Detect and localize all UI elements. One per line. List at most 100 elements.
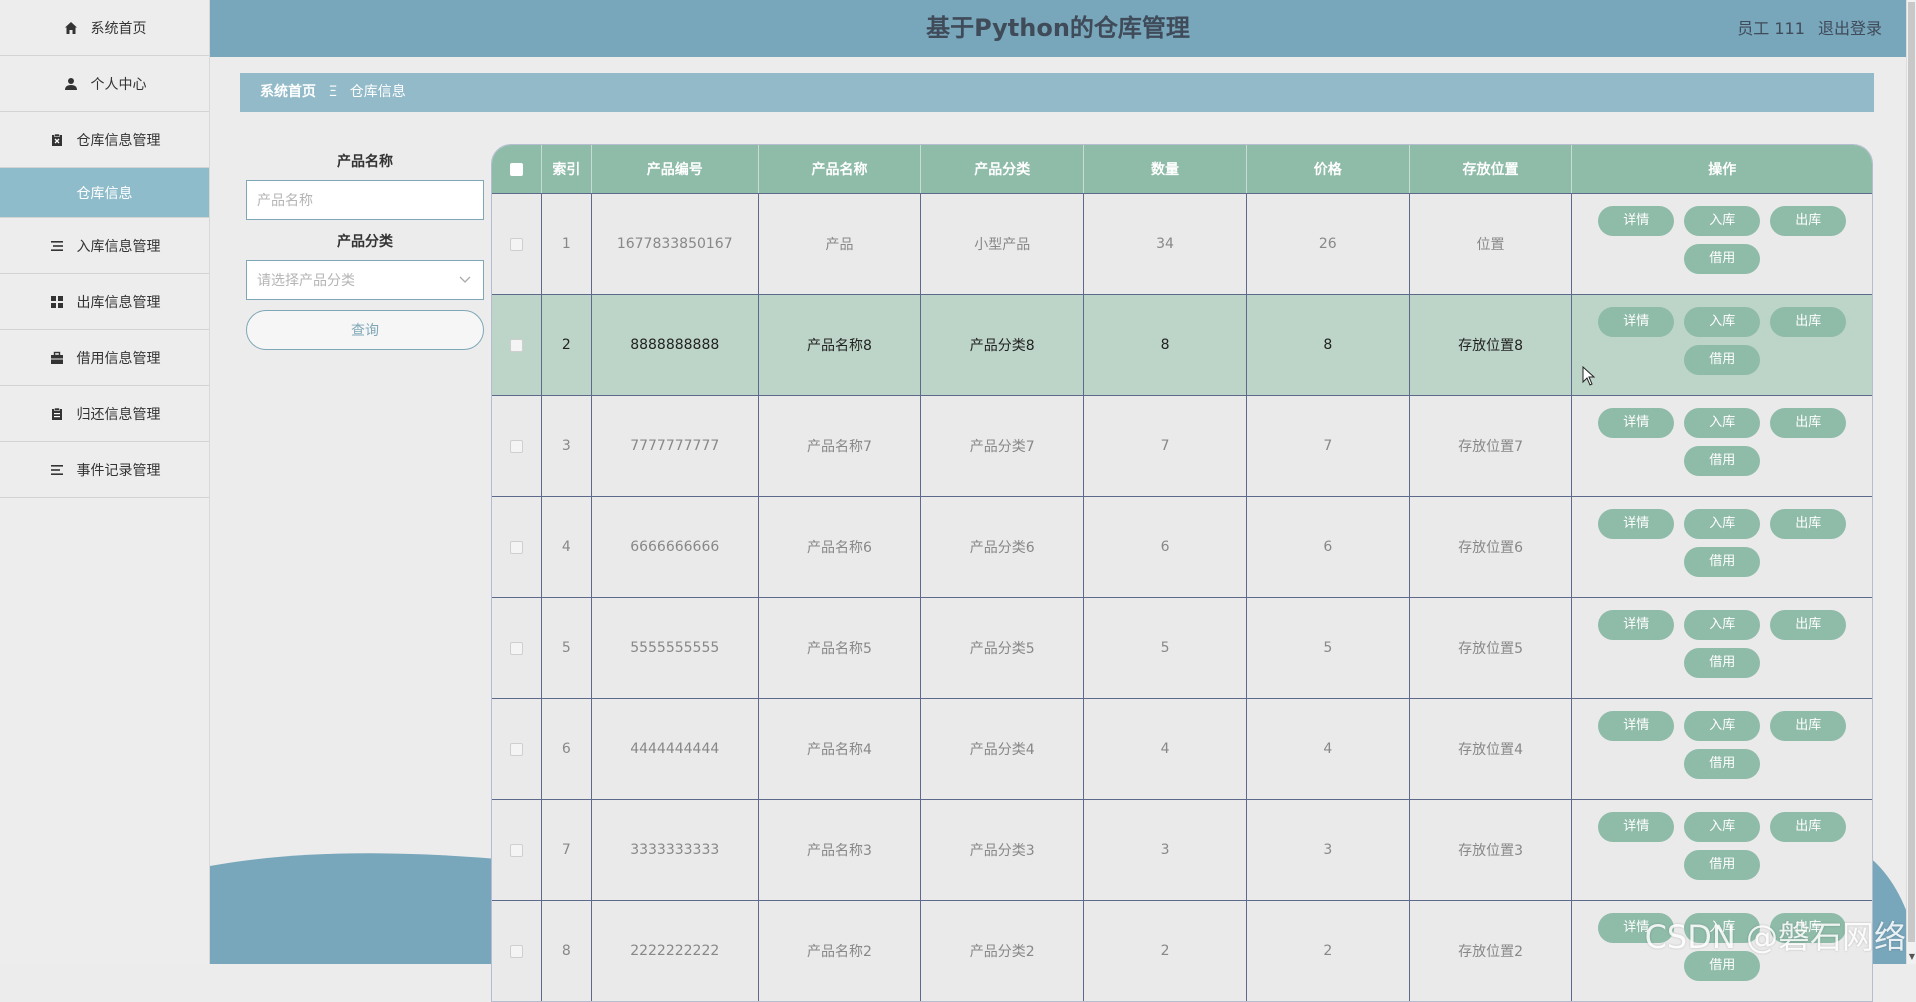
clipboard-icon <box>49 406 65 422</box>
table-header: 索引 产品编号 产品名称 产品分类 数量 价格 存放位置 操作 <box>492 145 1872 193</box>
search-panel: 产品名称 产品名称 产品分类 请选择产品分类 查询 <box>246 150 484 350</box>
row-checkbox[interactable] <box>509 540 523 554</box>
warehouse-table: 索引 产品编号 产品名称 产品分类 数量 价格 存放位置 操作 1 1677833… <box>491 144 1873 1002</box>
breadcrumb-home[interactable]: 系统首页 <box>260 84 316 100</box>
outbound-button[interactable]: 出库 <box>1770 509 1847 539</box>
inbound-button[interactable]: 入库 <box>1684 610 1761 640</box>
row-checkbox[interactable] <box>509 237 523 251</box>
sidebar-item-label: 事件记录管理 <box>76 462 161 479</box>
table-row[interactable]: 1 1677833850167 产品 小型产品 34 26 位置 详情 入库 出库 借用 <box>492 193 1872 294</box>
sidebar-item-borrow-management[interactable]: 借用信息管理 <box>0 330 209 386</box>
inbound-button[interactable]: 入库 <box>1684 711 1761 741</box>
mouse-cursor-icon <box>1582 366 1596 386</box>
table-row[interactable]: 6 4444444444 产品名称4 产品分类4 4 4 存放位置4 详情 入库 出库 借用 <box>492 698 1872 799</box>
table-row[interactable]: 2 8888888888 产品名称8 产品分类8 8 8 存放位置8 详情 入库 出库 借用 <box>492 294 1872 395</box>
row-checkbox[interactable] <box>509 944 523 958</box>
header-code: 产品编号 <box>592 145 759 193</box>
sidebar-item-warehouse-management[interactable]: 仓库信息管理 <box>0 112 209 168</box>
row-checkbox[interactable] <box>509 641 523 655</box>
borrow-button[interactable]: 借用 <box>1684 749 1761 779</box>
outbound-button[interactable]: 出库 <box>1770 610 1847 640</box>
scroll-down-arrow-icon[interactable]: ▼ <box>1907 950 1916 964</box>
cell-code: 3333333333 <box>592 800 759 900</box>
outbound-button[interactable]: 出库 <box>1770 307 1847 337</box>
outbound-button[interactable]: 出库 <box>1770 206 1847 236</box>
row-checkbox[interactable] <box>509 338 523 352</box>
inbound-button[interactable]: 入库 <box>1684 812 1761 842</box>
table-row[interactable]: 7 3333333333 产品名称3 产品分类3 3 3 存放位置3 详情 入库 出库 借用 <box>492 799 1872 900</box>
borrow-button[interactable]: 借用 <box>1684 244 1761 274</box>
outbound-button[interactable]: 出库 <box>1770 408 1847 438</box>
row-select-cell <box>492 194 542 294</box>
cell-qty: 2 <box>1084 901 1247 1001</box>
scrollbar-thumb[interactable] <box>1908 2 1915 942</box>
sidebar-item-warehouse-info[interactable]: 仓库信息 <box>0 168 209 218</box>
borrow-button[interactable]: 借用 <box>1684 850 1761 880</box>
detail-button[interactable]: 详情 <box>1598 408 1675 438</box>
cell-name: 产品名称4 <box>759 699 922 799</box>
sidebar-item-label: 出库信息管理 <box>76 294 161 311</box>
sidebar-item-inbound-management[interactable]: 入库信息管理 <box>0 218 209 274</box>
cell-index: 5 <box>542 598 592 698</box>
cell-actions: 详情 入库 出库 借用 <box>1572 396 1872 496</box>
borrow-button[interactable]: 借用 <box>1684 648 1761 678</box>
cell-qty: 34 <box>1084 194 1247 294</box>
detail-button[interactable]: 详情 <box>1598 509 1675 539</box>
table-row[interactable]: 3 7777777777 产品名称7 产品分类7 7 7 存放位置7 详情 入库 出库 借用 <box>492 395 1872 496</box>
sidebar-item-label: 仓库信息管理 <box>76 132 161 149</box>
sidebar-item-outbound-management[interactable]: 出库信息管理 <box>0 274 209 330</box>
inbound-button[interactable]: 入库 <box>1684 509 1761 539</box>
sidebar-item-profile[interactable]: 个人中心 <box>0 56 209 112</box>
outbound-button[interactable]: 出库 <box>1770 812 1847 842</box>
row-select-cell <box>492 699 542 799</box>
cell-price: 26 <box>1247 194 1410 294</box>
borrow-button[interactable]: 借用 <box>1684 446 1761 476</box>
detail-button[interactable]: 详情 <box>1598 206 1675 236</box>
detail-button[interactable]: 详情 <box>1598 610 1675 640</box>
detail-button[interactable]: 详情 <box>1598 307 1675 337</box>
sidebar-item-label: 系统首页 <box>90 20 147 37</box>
borrow-button[interactable]: 借用 <box>1684 547 1761 577</box>
sidebar-item-label: 借用信息管理 <box>76 350 161 367</box>
row-checkbox[interactable] <box>509 439 523 453</box>
cell-price: 3 <box>1247 800 1410 900</box>
sidebar-item-event-log-management[interactable]: 事件记录管理 <box>0 442 209 498</box>
cell-actions: 详情 入库 出库 借用 <box>1572 800 1872 900</box>
outbound-button[interactable]: 出库 <box>1770 711 1847 741</box>
borrow-button[interactable]: 借用 <box>1684 345 1761 375</box>
cell-actions: 详情 入库 出库 借用 <box>1572 699 1872 799</box>
sidebar-item-return-management[interactable]: 归还信息管理 <box>0 386 209 442</box>
row-select-cell <box>492 800 542 900</box>
table-row[interactable]: 5 5555555555 产品名称5 产品分类5 5 5 存放位置5 详情 入库 出库 借用 <box>492 597 1872 698</box>
cell-price: 4 <box>1247 699 1410 799</box>
sidebar: 系统首页 个人中心 仓库信息管理 仓库信息 入库信息管理 出库信息管理 借用信息… <box>0 0 210 964</box>
page-scrollbar[interactable]: ▼ <box>1906 0 1916 964</box>
row-select-cell <box>492 295 542 395</box>
table-body: 1 1677833850167 产品 小型产品 34 26 位置 详情 入库 出库 借用 2 88888… <box>492 193 1872 1001</box>
cell-category: 产品分类2 <box>921 901 1085 1001</box>
cell-index: 7 <box>542 800 592 900</box>
inbound-button[interactable]: 入库 <box>1684 307 1761 337</box>
inbound-button[interactable]: 入库 <box>1684 206 1761 236</box>
table-row[interactable]: 4 6666666666 产品名称6 产品分类6 6 6 存放位置6 详情 入库 出库 借用 <box>492 496 1872 597</box>
clipboard-x-icon <box>49 132 65 148</box>
detail-button[interactable]: 详情 <box>1598 711 1675 741</box>
menu-icon <box>49 462 65 478</box>
detail-button[interactable]: 详情 <box>1598 812 1675 842</box>
logout-link[interactable]: 退出登录 <box>1818 19 1882 38</box>
sidebar-item-home[interactable]: 系统首页 <box>0 0 209 56</box>
inbound-button[interactable]: 入库 <box>1684 408 1761 438</box>
cell-location: 存放位置5 <box>1410 598 1573 698</box>
briefcase-icon <box>49 350 65 366</box>
cell-category: 产品分类4 <box>921 699 1085 799</box>
sidebar-item-label: 仓库信息 <box>76 185 133 202</box>
select-all-checkbox[interactable] <box>509 162 523 176</box>
product-category-select[interactable]: 请选择产品分类 <box>246 260 484 300</box>
product-name-input[interactable]: 产品名称 <box>246 180 484 220</box>
query-button[interactable]: 查询 <box>246 310 484 350</box>
row-checkbox[interactable] <box>509 843 523 857</box>
cell-code: 7777777777 <box>592 396 759 496</box>
cell-qty: 3 <box>1084 800 1247 900</box>
row-checkbox[interactable] <box>509 742 523 756</box>
row-select-cell <box>492 396 542 496</box>
